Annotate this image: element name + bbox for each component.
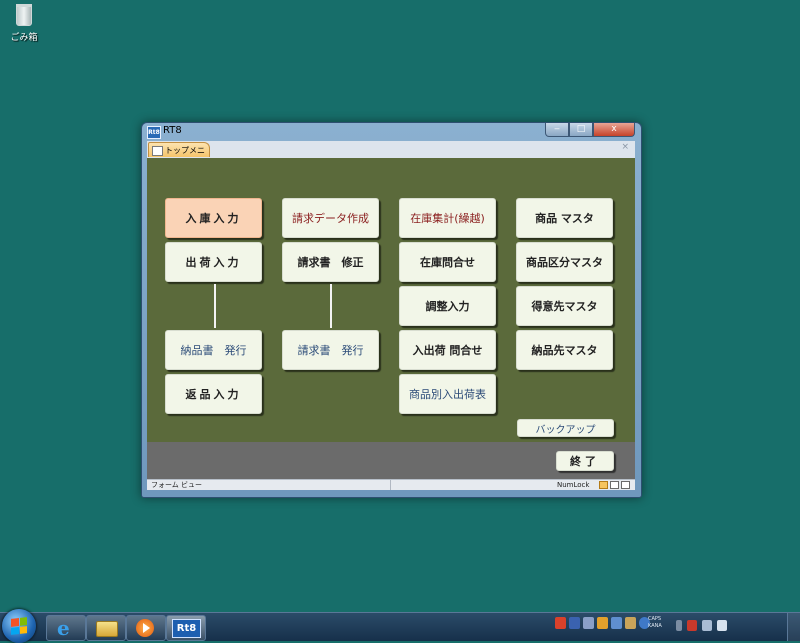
form-view-icon[interactable] bbox=[599, 481, 608, 489]
top-menu-form: 入庫入力 出荷入力 納品書 発行 返品入力 請求データ作成 請求書 修正 請求書… bbox=[147, 158, 635, 442]
show-desktop-button[interactable] bbox=[787, 613, 800, 641]
ime-mode-icon[interactable] bbox=[555, 617, 566, 629]
rt8-app-icon: Rt8 bbox=[172, 619, 201, 638]
minimize-button[interactable]: ‒ bbox=[545, 123, 569, 137]
status-bar: フォーム ビュー NumLock bbox=[147, 479, 635, 490]
connector-line bbox=[330, 284, 332, 328]
ime-settings-icon[interactable] bbox=[625, 617, 636, 629]
invoice-data-create-button[interactable]: 請求データ作成 bbox=[282, 198, 379, 238]
window-title: RT8 bbox=[163, 125, 182, 136]
kana-label: KANA bbox=[648, 623, 662, 629]
form-footer: 終了 bbox=[147, 442, 635, 479]
stock-inquiry-button[interactable]: 在庫問合せ bbox=[399, 242, 496, 282]
notification-area bbox=[676, 620, 727, 631]
maximize-button[interactable]: □ bbox=[569, 123, 593, 137]
connector-line bbox=[214, 284, 216, 328]
exit-button[interactable]: 終了 bbox=[556, 451, 614, 471]
numlock-status: NumLock bbox=[557, 481, 590, 489]
recycle-bin-icon bbox=[16, 4, 32, 26]
app-window: Rt8 RT8 ‒ □ x トップメニュー × 入庫入力 出荷入力 納品書 発行… bbox=[141, 122, 642, 498]
window-titlebar[interactable]: Rt8 RT8 ‒ □ x bbox=[142, 123, 641, 142]
view-mode-status: フォーム ビュー bbox=[151, 481, 203, 489]
taskbar-internet-explorer[interactable]: e bbox=[46, 615, 86, 641]
customer-master-button[interactable]: 得意先マスタ bbox=[516, 286, 613, 326]
folder-icon bbox=[96, 621, 118, 637]
tab-top-menu[interactable]: トップメニュー bbox=[148, 142, 210, 170]
stock-summary-button[interactable]: 在庫集計(繰越) bbox=[399, 198, 496, 238]
view-switcher bbox=[599, 481, 630, 489]
product-master-button[interactable]: 商品 マスタ bbox=[516, 198, 613, 238]
app-icon: Rt8 bbox=[147, 126, 161, 139]
io-inquiry-button[interactable]: 入出荷 問合せ bbox=[399, 330, 496, 370]
media-player-icon bbox=[136, 619, 154, 637]
ime-pad-icon[interactable] bbox=[611, 617, 622, 629]
delivery-note-issue-button[interactable]: 納品書 発行 bbox=[165, 330, 262, 370]
network-icon[interactable] bbox=[702, 620, 712, 631]
show-hidden-icons-icon[interactable] bbox=[676, 620, 682, 631]
return-entry-button[interactable]: 返品入力 bbox=[165, 374, 262, 414]
adjustment-entry-button[interactable]: 調整入力 bbox=[399, 286, 496, 326]
product-category-master-button[interactable]: 商品区分マスタ bbox=[516, 242, 613, 282]
datasheet-view-icon[interactable] bbox=[610, 481, 619, 489]
delivery-destination-master-button[interactable]: 納品先マスタ bbox=[516, 330, 613, 370]
caps-kana-indicator: CAPS KANA bbox=[648, 616, 662, 630]
recycle-bin-label: ごみ箱 bbox=[10, 33, 38, 43]
ime-toolbar bbox=[555, 617, 650, 629]
start-button[interactable] bbox=[2, 609, 36, 643]
ime-input-icon[interactable] bbox=[569, 617, 580, 629]
window-client-area: トップメニュー × 入庫入力 出荷入力 納品書 発行 返品入力 請求データ作成 … bbox=[147, 141, 635, 490]
document-tabstrip: トップメニュー × bbox=[147, 141, 635, 170]
taskbar-rt8-app[interactable]: Rt8 bbox=[166, 615, 206, 641]
status-divider bbox=[390, 480, 391, 490]
shipment-button[interactable]: 出荷入力 bbox=[165, 242, 262, 282]
internet-explorer-icon: e bbox=[57, 616, 70, 640]
tab-close-icon[interactable]: × bbox=[621, 142, 629, 152]
taskbar-media-player[interactable] bbox=[126, 615, 166, 641]
ime-dictionary-icon[interactable] bbox=[583, 617, 594, 629]
backup-button[interactable]: バックアップ bbox=[517, 419, 614, 437]
close-button[interactable]: x bbox=[593, 123, 635, 137]
volume-icon[interactable] bbox=[717, 620, 727, 631]
caps-label: CAPS bbox=[648, 616, 662, 622]
recycle-bin-desktop-icon[interactable]: ごみ箱 bbox=[6, 4, 42, 43]
taskbar-explorer[interactable] bbox=[86, 615, 126, 641]
invoice-issue-button[interactable]: 請求書 発行 bbox=[282, 330, 379, 370]
taskbar: e Rt8 CAPS KANA bbox=[0, 609, 800, 643]
window-controls: ‒ □ x bbox=[545, 123, 635, 137]
action-center-flag-icon[interactable] bbox=[687, 620, 697, 631]
product-io-table-button[interactable]: 商品別入出荷表 bbox=[399, 374, 496, 414]
invoice-fix-button[interactable]: 請求書 修正 bbox=[282, 242, 379, 282]
design-view-icon[interactable] bbox=[621, 481, 630, 489]
form-icon bbox=[152, 146, 163, 156]
ime-tool-icon[interactable] bbox=[597, 617, 608, 629]
stock-in-button[interactable]: 入庫入力 bbox=[165, 198, 262, 238]
windows-logo-icon bbox=[11, 617, 27, 635]
